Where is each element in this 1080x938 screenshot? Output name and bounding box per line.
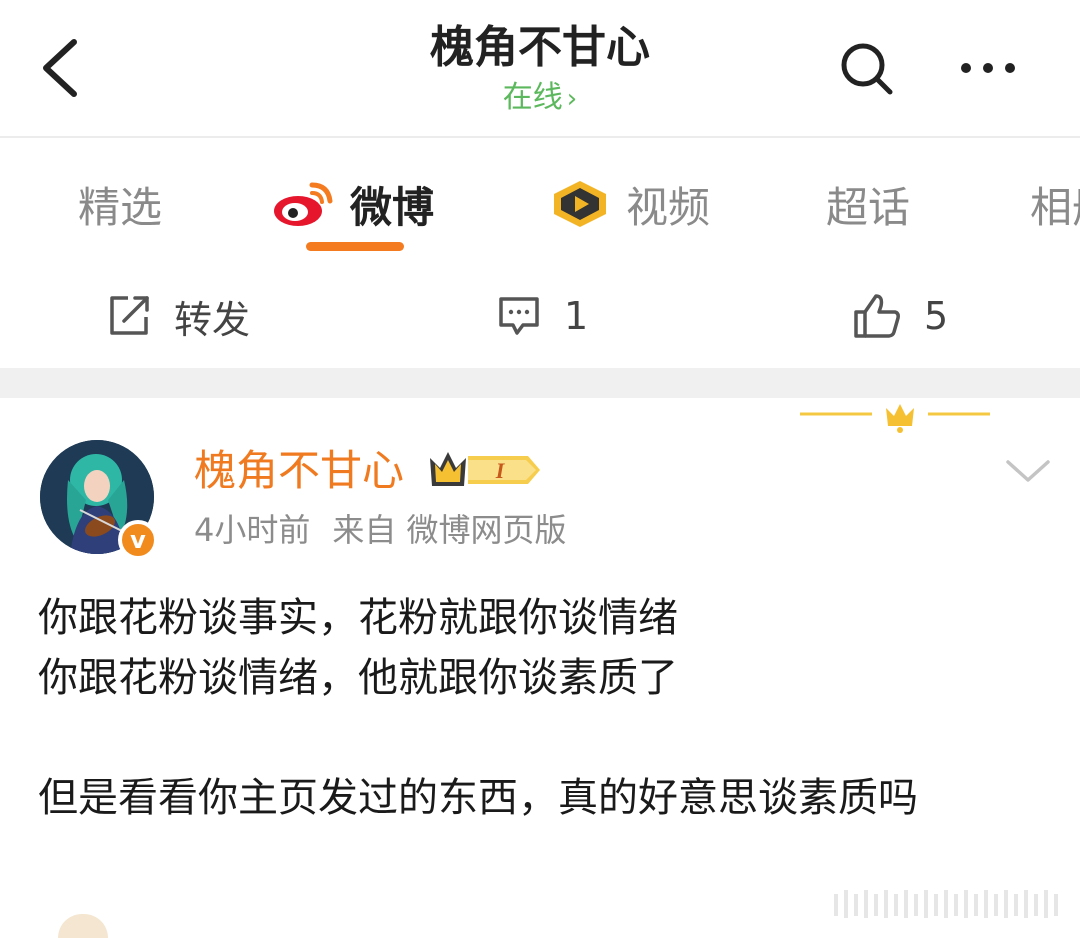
online-status[interactable]: 在线 ›: [0, 80, 1080, 117]
like-button[interactable]: 5: [852, 288, 948, 344]
level-badge-text: I: [495, 458, 506, 483]
repost-label: 转发: [174, 297, 251, 342]
post-line: 你跟花粉谈事实，花粉就跟你谈情绪: [38, 595, 678, 641]
comment-button[interactable]: 1: [496, 288, 588, 344]
tab-label: 微博: [350, 182, 435, 232]
top-nav-bar: 槐角不甘心 在线 ›: [0, 0, 1080, 138]
post-source[interactable]: 来自 微博网页版: [332, 511, 566, 549]
status-chevron-icon: ›: [566, 84, 578, 114]
title-area: 槐角不甘心 在线 ›: [0, 22, 1080, 117]
page-title: 槐角不甘心: [430, 22, 650, 73]
post-meta: 4小时前 来自 微博网页版: [194, 510, 589, 550]
post-actions-bar: 转发 1 5: [0, 264, 1080, 368]
like-icon: [854, 294, 900, 338]
more-icon[interactable]: [956, 42, 1020, 94]
online-status-label: 在线: [502, 80, 563, 115]
crown-icon: [800, 404, 990, 433]
weibo-logo-icon: [272, 179, 334, 229]
verified-icon: v: [118, 520, 158, 560]
feed-divider: [0, 368, 1080, 398]
next-avatar-peek: [58, 914, 108, 938]
repost-icon: [110, 296, 149, 335]
tab-label: 精选: [78, 182, 163, 232]
post-username[interactable]: 槐角不甘心: [194, 446, 404, 496]
post-line: 但是看看你主页发过的东西，真的好意思谈素质吗: [38, 775, 918, 821]
tab-album[interactable]: 相册: [1030, 174, 1080, 234]
profile-tabs: 精选 微博 视频 超话 相册: [0, 138, 1080, 262]
post-content[interactable]: 你跟花粉谈事实，花粉就跟你谈情绪 你跟花粉谈情绪，他就跟你谈素质了 但是看看你主…: [38, 588, 1048, 828]
post-time: 4小时前: [194, 511, 311, 549]
tab-label: 视频: [626, 182, 711, 232]
repost-button[interactable]: 转发: [106, 288, 250, 344]
tab-label: 超话: [826, 182, 911, 232]
tab-super-topic[interactable]: 超话: [826, 174, 910, 234]
like-count: 5: [924, 294, 949, 338]
chevron-down-icon[interactable]: [1004, 456, 1052, 486]
tab-featured[interactable]: 精选: [78, 174, 162, 234]
search-icon[interactable]: [836, 38, 896, 98]
watermark-icon: [834, 890, 1058, 918]
post-line: 你跟花粉谈情绪，他就跟你谈素质了: [38, 655, 678, 701]
post-card[interactable]: v 槐角不甘心 I 4小时前 来自 微博网页版 你跟花粉谈事实，花粉就跟你谈情绪 …: [0, 398, 1080, 938]
tab-video[interactable]: 视频: [550, 174, 710, 234]
video-play-icon: [550, 179, 610, 229]
level-badge-icon[interactable]: I: [428, 448, 544, 492]
tab-weibo[interactable]: 微博: [272, 174, 434, 234]
comment-icon: [499, 297, 539, 335]
comment-count: 1: [564, 294, 589, 338]
tab-label: 相册: [1030, 182, 1080, 232]
active-tab-indicator: [306, 242, 404, 251]
